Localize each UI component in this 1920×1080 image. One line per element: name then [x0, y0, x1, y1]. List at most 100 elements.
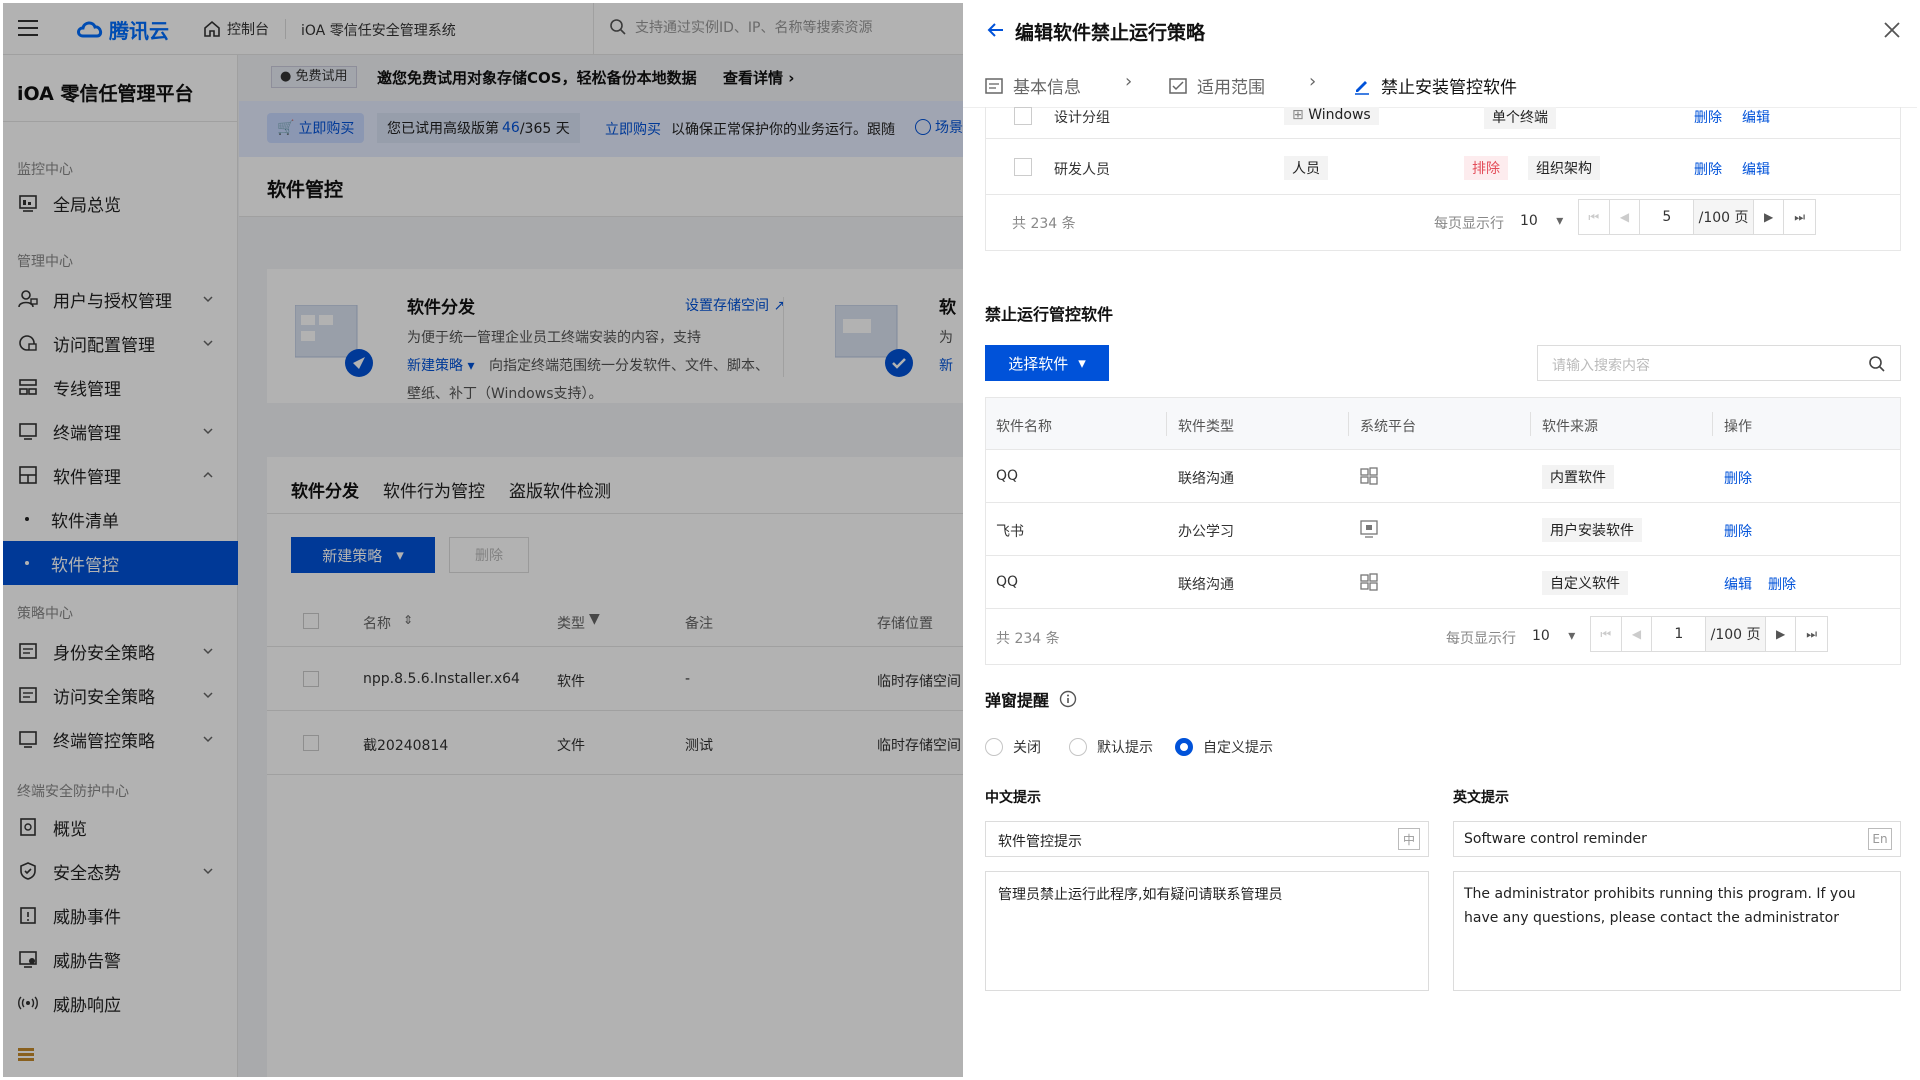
column-divider: [1530, 412, 1531, 436]
cell-name: 研发人员: [1054, 162, 1110, 178]
info-icon[interactable]: [1059, 690, 1077, 708]
per-page-select[interactable]: 10 ▾: [1520, 213, 1563, 229]
radio-default[interactable]: 默认提示: [1069, 737, 1153, 757]
textarea-value: 管理员禁止运行此程序,如有疑问请联系管理员: [998, 887, 1283, 903]
radio-label: 自定义提示: [1203, 740, 1273, 756]
edit-icon: [1353, 77, 1371, 95]
search-placeholder: 请输入搜索内容: [1552, 358, 1650, 374]
scope-table: 设计分组 ⊞ Windows 单个终端 删除 编辑 研发人员 人员 排除 组织架…: [985, 107, 1901, 251]
select-software-button[interactable]: 选择软件 ▾: [985, 345, 1109, 381]
table-row[interactable]: 设计分组 ⊞ Windows 单个终端 删除 编辑: [986, 107, 1900, 139]
en-label: 英文提示: [1453, 790, 1509, 806]
section-title: 禁止运行管控软件: [985, 305, 1114, 324]
step-chevron-icon: ›: [1309, 71, 1317, 92]
table-row[interactable]: 研发人员 人员 排除 组织架构 删除 编辑: [986, 139, 1900, 195]
delete-link[interactable]: 删除: [1724, 468, 1752, 488]
step-scope[interactable]: 适用范围: [1169, 73, 1265, 98]
first-page-icon[interactable]: ⏮: [1591, 617, 1622, 651]
edit-link[interactable]: 编辑: [1724, 574, 1752, 594]
delete-link[interactable]: 删除: [1694, 159, 1722, 179]
cn-title-input[interactable]: 软件管控提示 中: [985, 821, 1429, 857]
prev-page-icon[interactable]: ◀: [1622, 617, 1653, 651]
exclude-badge: 排除: [1464, 156, 1508, 180]
type-tag-label: Windows: [1308, 107, 1371, 123]
cell-name: 设计分组: [1054, 110, 1110, 126]
radio-off[interactable]: 关闭: [985, 737, 1041, 757]
scope-icon: [1169, 77, 1187, 95]
delete-link[interactable]: 删除: [1768, 574, 1796, 594]
per-page-value: 10: [1532, 628, 1550, 644]
page-value: 1: [1674, 626, 1684, 642]
next-page-icon[interactable]: ▶: [1766, 617, 1797, 651]
windows-icon: ⊞: [1292, 107, 1304, 123]
edit-policy-drawer: 编辑软件禁止运行策略 基本信息 › 适用范围 › 禁止安装管控软件 设计分组 ⊞: [963, 3, 1917, 1077]
last-page-icon[interactable]: ⏭: [1796, 617, 1827, 651]
cell-software-name: 飞书: [996, 524, 1024, 540]
source-tag: 内置软件: [1542, 465, 1614, 489]
column-header: 操作: [1724, 419, 1752, 435]
pager: ⏮ ◀ 1 /100 页 ▶ ⏭: [1590, 616, 1828, 652]
pager-total: 共 234 条: [1012, 216, 1076, 232]
step-label: 禁止安装管控软件: [1381, 78, 1517, 98]
step-chevron-icon: ›: [1125, 71, 1133, 92]
delete-link[interactable]: 删除: [1694, 107, 1722, 127]
last-page-icon[interactable]: ⏭: [1784, 200, 1815, 234]
first-page-icon[interactable]: ⏮: [1579, 200, 1610, 234]
step-basic-info[interactable]: 基本信息: [985, 73, 1081, 98]
en-title-input[interactable]: Software control reminder En: [1453, 821, 1901, 857]
step-label: 适用范围: [1197, 78, 1265, 98]
checkbox[interactable]: [1014, 107, 1032, 125]
app-frame: 腾讯云 控制台 iOA 零信任安全管理系统 支持通过实例ID、IP、名称等搜索资…: [3, 3, 1917, 1077]
windows-icon: [1360, 573, 1378, 591]
close-icon[interactable]: [1883, 21, 1901, 39]
column-header: 软件来源: [1542, 419, 1598, 435]
drawer-title: 编辑软件禁止运行策略: [1015, 22, 1206, 44]
column-header: 系统平台: [1360, 419, 1416, 435]
cell-software-name: QQ: [996, 574, 1019, 590]
cell-software-type: 联络沟通: [1178, 577, 1234, 593]
source-tag: 自定义软件: [1542, 571, 1628, 595]
column-divider: [1166, 412, 1167, 436]
edit-link[interactable]: 编辑: [1742, 159, 1770, 179]
column-divider: [1712, 412, 1713, 436]
radio-circle-selected: [1175, 738, 1193, 756]
radio-custom[interactable]: 自定义提示: [1175, 737, 1273, 757]
cell-scope-tag: 组织架构: [1528, 156, 1600, 180]
popup-section-header: 弹窗提醒: [985, 687, 1077, 711]
cell-scope-tag: 单个终端: [1484, 107, 1556, 129]
column-header: 软件名称: [996, 419, 1052, 435]
delete-link[interactable]: 删除: [1724, 521, 1752, 541]
page-count-label: /100 页: [1698, 210, 1749, 226]
search-icon[interactable]: [1868, 355, 1886, 373]
cell-type-tag: 人员: [1284, 156, 1328, 180]
column-header: 软件类型: [1178, 419, 1234, 435]
chevron-down-icon: ▾: [1078, 354, 1086, 372]
checkbox[interactable]: [1014, 158, 1032, 176]
edit-link[interactable]: 编辑: [1742, 107, 1770, 127]
pager-per-page-label: 每页显示行: [1434, 216, 1504, 232]
select-software-label: 选择软件: [1008, 354, 1069, 373]
table-row[interactable]: 飞书 办公学习 用户安装软件 删除: [986, 503, 1900, 556]
next-page-icon[interactable]: ▶: [1754, 200, 1785, 234]
software-table: 软件名称 软件类型 系统平台 软件来源 操作 QQ 联络沟通 内置软件 删除 飞…: [985, 397, 1901, 665]
page-input[interactable]: 5: [1640, 200, 1695, 234]
column-divider: [1348, 412, 1349, 436]
en-body-textarea[interactable]: The administrator prohibits running this…: [1453, 871, 1901, 991]
step-forbid-install[interactable]: 禁止安装管控软件: [1353, 73, 1517, 98]
page-count: /100 页: [1694, 200, 1754, 234]
per-page-select[interactable]: 10 ▾: [1532, 628, 1575, 644]
table-row[interactable]: QQ 联络沟通 自定义软件 编辑 删除: [986, 556, 1900, 609]
cn-body-textarea[interactable]: 管理员禁止运行此程序,如有疑问请联系管理员: [985, 871, 1429, 991]
back-arrow-icon[interactable]: [985, 19, 1007, 41]
table-row[interactable]: QQ 联络沟通 内置软件 删除: [986, 450, 1900, 503]
software-search-input[interactable]: 请输入搜索内容: [1537, 345, 1901, 381]
language-tag: 中: [1398, 828, 1420, 850]
page-count: /100 页: [1706, 617, 1766, 651]
form-icon: [985, 77, 1003, 95]
pager-per-page-label: 每页显示行: [1446, 631, 1516, 647]
page-count-label: /100 页: [1710, 627, 1761, 643]
page-input[interactable]: 1: [1652, 617, 1707, 651]
caret-down-icon: ▾: [1568, 628, 1576, 644]
prev-page-icon[interactable]: ◀: [1610, 200, 1641, 234]
radio-circle: [985, 738, 1003, 756]
